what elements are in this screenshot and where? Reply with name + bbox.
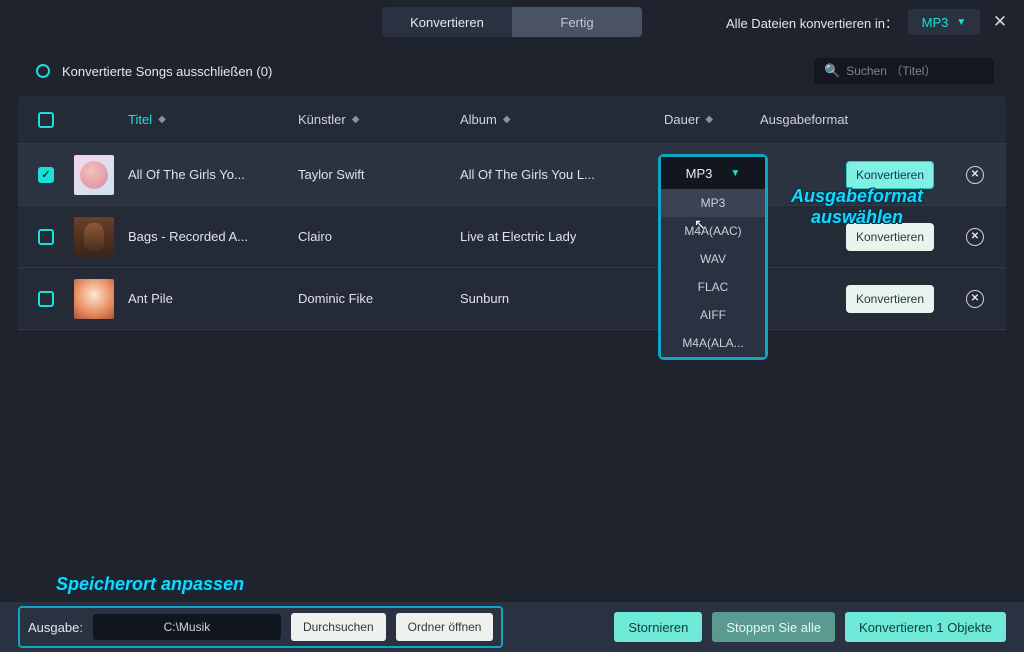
global-format-select[interactable]: MP3 ▼	[908, 9, 980, 35]
tab-convert[interactable]: Konvertieren	[382, 7, 512, 37]
tab-done[interactable]: Fertig	[512, 7, 642, 37]
chevron-down-icon: ▼	[730, 168, 740, 179]
search-field[interactable]: 🔍	[814, 58, 994, 84]
exclude-label: Konvertierte Songs ausschließen (0)	[62, 64, 272, 79]
table-row[interactable]: Bags - Recorded A... Clairo Live at Elec…	[18, 206, 1006, 268]
format-dropdown-selected[interactable]: MP3 ▼	[661, 157, 765, 189]
format-selected-value: MP3	[686, 166, 713, 181]
select-all-checkbox[interactable]	[38, 112, 54, 128]
sort-icon: ◆	[705, 114, 713, 125]
format-option[interactable]: AIFF	[661, 301, 765, 329]
search-input[interactable]	[846, 64, 1001, 78]
annotation-path: Speicherort anpassen	[56, 574, 244, 595]
row-checkbox[interactable]	[38, 229, 54, 245]
mode-tabs: Konvertieren Fertig	[382, 7, 642, 37]
row-remove-icon[interactable]	[966, 228, 984, 246]
cell-album: All Of The Girls You L...	[460, 167, 664, 182]
global-format-value: MP3	[922, 15, 949, 30]
output-label: Ausgabe:	[28, 620, 83, 635]
format-dropdown-open: MP3 ▼ MP3 M4A(AAC) WAV FLAC AIFF M4A(ALA…	[658, 154, 768, 360]
format-option[interactable]: MP3	[661, 189, 765, 217]
row-checkbox[interactable]	[38, 167, 54, 183]
row-convert-button[interactable]: Konvertieren	[846, 161, 934, 189]
col-format: Ausgabeformat	[760, 112, 940, 127]
chevron-down-icon: ▼	[956, 17, 966, 28]
table-row[interactable]: Ant Pile Dominic Fike Sunburn 02:06 Konv…	[18, 268, 1006, 330]
col-duration[interactable]: Dauer◆	[664, 112, 760, 127]
album-art	[74, 279, 114, 319]
sort-icon: ◆	[352, 114, 360, 125]
album-art	[74, 217, 114, 257]
bottom-bar: Ausgabe: C:\Musik Durchsuchen Ordner öff…	[0, 602, 1024, 652]
format-option[interactable]: FLAC	[661, 273, 765, 301]
table-row[interactable]: All Of The Girls Yo... Taylor Swift All …	[18, 144, 1006, 206]
row-remove-icon[interactable]	[966, 166, 984, 184]
songs-table: Titel◆ Künstler◆ Album◆ Dauer◆ Ausgabefo…	[18, 96, 1006, 330]
album-art	[74, 155, 114, 195]
close-icon[interactable]: ✕	[990, 12, 1010, 32]
row-convert-button[interactable]: Konvertieren	[846, 285, 934, 313]
col-album[interactable]: Album◆	[460, 112, 664, 127]
row-convert-button[interactable]: Konvertieren	[846, 223, 934, 251]
top-bar: Konvertieren Fertig Alle Dateien konvert…	[0, 0, 1024, 44]
sort-icon: ◆	[158, 114, 166, 125]
radio-outline-icon	[36, 64, 50, 78]
cancel-button[interactable]: Stornieren	[614, 612, 702, 642]
table-header: Titel◆ Künstler◆ Album◆ Dauer◆ Ausgabefo…	[18, 96, 1006, 144]
toolbar: Konvertierte Songs ausschließen (0) 🔍	[0, 44, 1024, 96]
open-folder-button[interactable]: Ordner öffnen	[396, 613, 494, 641]
cell-title: Bags - Recorded A...	[128, 229, 298, 244]
cell-album: Sunburn	[460, 291, 664, 306]
cell-artist: Dominic Fike	[298, 291, 460, 306]
format-option[interactable]: WAV	[661, 245, 765, 273]
convert-objects-button[interactable]: Konvertieren 1 Objekte	[845, 612, 1006, 642]
col-artist[interactable]: Künstler◆	[298, 112, 460, 127]
cell-title: Ant Pile	[128, 291, 298, 306]
convert-all-label: Alle Dateien konvertieren in：	[726, 13, 898, 32]
format-option[interactable]: M4A(ALA...	[661, 329, 765, 357]
cell-album: Live at Electric Lady	[460, 229, 664, 244]
sort-icon: ◆	[503, 114, 511, 125]
browse-button[interactable]: Durchsuchen	[291, 613, 386, 641]
stop-all-button[interactable]: Stoppen Sie alle	[712, 612, 835, 642]
cell-artist: Clairo	[298, 229, 460, 244]
search-icon: 🔍	[824, 63, 840, 79]
col-title[interactable]: Titel◆	[128, 112, 298, 127]
format-option[interactable]: M4A(AAC)	[661, 217, 765, 245]
output-path[interactable]: C:\Musik	[93, 614, 281, 640]
row-checkbox[interactable]	[38, 291, 54, 307]
output-path-group: Ausgabe: C:\Musik Durchsuchen Ordner öff…	[18, 606, 503, 648]
cell-title: All Of The Girls Yo...	[128, 167, 298, 182]
cell-artist: Taylor Swift	[298, 167, 460, 182]
row-remove-icon[interactable]	[966, 290, 984, 308]
exclude-converted-toggle[interactable]: Konvertierte Songs ausschließen (0)	[36, 64, 272, 79]
